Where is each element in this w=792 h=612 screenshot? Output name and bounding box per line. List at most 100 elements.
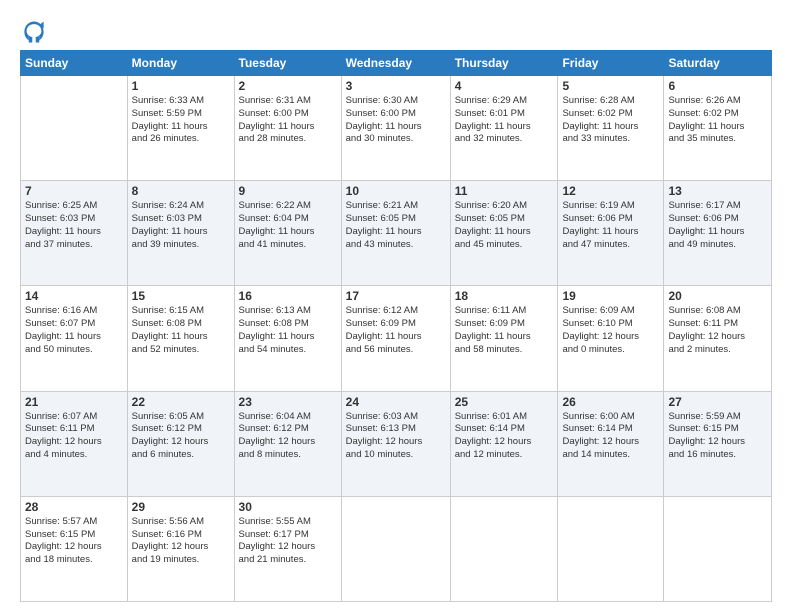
calendar-cell — [341, 496, 450, 601]
calendar-cell: 18 Sunrise: 6:11 AM Sunset: 6:09 PM Dayli… — [450, 286, 558, 391]
day-number: 21 — [25, 395, 123, 409]
day-number: 12 — [562, 184, 659, 198]
calendar-week-row: 21Sunrise: 6:07 AM Sunset: 6:11 PM Dayli… — [21, 391, 772, 496]
column-header-saturday: Saturday — [664, 51, 772, 76]
day-number: 16 — [239, 289, 337, 303]
day-info: Sunrise: 5:56 AM Sunset: 6:16 PM Dayligh… — [132, 516, 230, 567]
day-info: Sunrise: 6:01 AM Sunset: 6:14 PM Dayligh… — [455, 411, 554, 462]
day-number: 10 — [346, 184, 446, 198]
day-info: Sunrise: 6:33 AM Sunset: 5:59 PM Dayligh… — [132, 95, 230, 146]
calendar-header-row: SundayMondayTuesdayWednesdayThursdayFrid… — [21, 51, 772, 76]
day-info: Sunrise: 6:12 AM Sunset: 6:09 PM Dayligh… — [346, 305, 446, 356]
calendar-cell: 20 Sunrise: 6:08 AM Sunset: 6:11 PM Dayli… — [664, 286, 772, 391]
calendar-cell: 7 Sunrise: 6:25 AM Sunset: 6:03 PM Daylig… — [21, 181, 128, 286]
day-number: 7 — [25, 184, 123, 198]
day-info: Sunrise: 6:22 AM Sunset: 6:04 PM Dayligh… — [239, 200, 337, 251]
calendar-cell: 6 Sunrise: 6:26 AM Sunset: 6:02 PM Daylig… — [664, 76, 772, 181]
column-header-wednesday: Wednesday — [341, 51, 450, 76]
day-number: 2 — [239, 79, 337, 93]
calendar-cell: 23Sunrise: 6:04 AM Sunset: 6:12 PM Dayli… — [234, 391, 341, 496]
day-info: Sunrise: 6:20 AM Sunset: 6:05 PM Dayligh… — [455, 200, 554, 251]
day-number: 1 — [132, 79, 230, 93]
day-number: 25 — [455, 395, 554, 409]
day-info: Sunrise: 6:17 AM Sunset: 6:06 PM Dayligh… — [668, 200, 767, 251]
day-info: Sunrise: 6:28 AM Sunset: 6:02 PM Dayligh… — [562, 95, 659, 146]
day-number: 19 — [562, 289, 659, 303]
day-info: Sunrise: 6:09 AM Sunset: 6:10 PM Dayligh… — [562, 305, 659, 356]
day-info: Sunrise: 6:26 AM Sunset: 6:02 PM Dayligh… — [668, 95, 767, 146]
calendar-cell: 25 Sunrise: 6:01 AM Sunset: 6:14 PM Dayli… — [450, 391, 558, 496]
day-info: Sunrise: 5:55 AM Sunset: 6:17 PM Dayligh… — [239, 516, 337, 567]
calendar-cell: 27Sunrise: 5:59 AM Sunset: 6:15 PM Dayli… — [664, 391, 772, 496]
calendar-cell: 21Sunrise: 6:07 AM Sunset: 6:11 PM Dayli… — [21, 391, 128, 496]
day-info: Sunrise: 6:24 AM Sunset: 6:03 PM Dayligh… — [132, 200, 230, 251]
calendar-cell: 15 Sunrise: 6:15 AM Sunset: 6:08 PM Dayli… — [127, 286, 234, 391]
column-header-sunday: Sunday — [21, 51, 128, 76]
calendar-cell: 1 Sunrise: 6:33 AM Sunset: 5:59 PM Daylig… — [127, 76, 234, 181]
day-info: Sunrise: 6:13 AM Sunset: 6:08 PM Dayligh… — [239, 305, 337, 356]
calendar-cell: 29Sunrise: 5:56 AM Sunset: 6:16 PM Dayli… — [127, 496, 234, 601]
day-info: Sunrise: 6:19 AM Sunset: 6:06 PM Dayligh… — [562, 200, 659, 251]
calendar-week-row: 14 Sunrise: 6:16 AM Sunset: 6:07 PM Dayli… — [21, 286, 772, 391]
calendar-cell: 10 Sunrise: 6:21 AM Sunset: 6:05 PM Dayli… — [341, 181, 450, 286]
calendar-cell: 30 Sunrise: 5:55 AM Sunset: 6:17 PM Dayli… — [234, 496, 341, 601]
day-number: 26 — [562, 395, 659, 409]
day-number: 20 — [668, 289, 767, 303]
calendar-week-row: 1 Sunrise: 6:33 AM Sunset: 5:59 PM Daylig… — [21, 76, 772, 181]
day-number: 28 — [25, 500, 123, 514]
day-info: Sunrise: 6:21 AM Sunset: 6:05 PM Dayligh… — [346, 200, 446, 251]
day-info: Sunrise: 6:16 AM Sunset: 6:07 PM Dayligh… — [25, 305, 123, 356]
day-info: Sunrise: 6:25 AM Sunset: 6:03 PM Dayligh… — [25, 200, 123, 251]
day-number: 6 — [668, 79, 767, 93]
calendar-cell: 24Sunrise: 6:03 AM Sunset: 6:13 PM Dayli… — [341, 391, 450, 496]
day-number: 5 — [562, 79, 659, 93]
day-info: Sunrise: 6:30 AM Sunset: 6:00 PM Dayligh… — [346, 95, 446, 146]
calendar-cell: 4Sunrise: 6:29 AM Sunset: 6:01 PM Daylig… — [450, 76, 558, 181]
logo — [20, 18, 54, 46]
calendar-cell — [450, 496, 558, 601]
calendar-cell — [21, 76, 128, 181]
calendar-table: SundayMondayTuesdayWednesdayThursdayFrid… — [20, 50, 772, 602]
calendar-cell: 19 Sunrise: 6:09 AM Sunset: 6:10 PM Dayli… — [558, 286, 664, 391]
logo-icon — [20, 18, 48, 46]
calendar-cell: 12 Sunrise: 6:19 AM Sunset: 6:06 PM Dayli… — [558, 181, 664, 286]
calendar-cell: 3 Sunrise: 6:30 AM Sunset: 6:00 PM Daylig… — [341, 76, 450, 181]
calendar-cell: 5 Sunrise: 6:28 AM Sunset: 6:02 PM Daylig… — [558, 76, 664, 181]
day-number: 8 — [132, 184, 230, 198]
day-info: Sunrise: 6:11 AM Sunset: 6:09 PM Dayligh… — [455, 305, 554, 356]
day-info: Sunrise: 6:05 AM Sunset: 6:12 PM Dayligh… — [132, 411, 230, 462]
day-info: Sunrise: 6:04 AM Sunset: 6:12 PM Dayligh… — [239, 411, 337, 462]
day-number: 11 — [455, 184, 554, 198]
day-number: 18 — [455, 289, 554, 303]
calendar-cell — [558, 496, 664, 601]
calendar-week-row: 28 Sunrise: 5:57 AM Sunset: 6:15 PM Dayli… — [21, 496, 772, 601]
calendar-cell: 26 Sunrise: 6:00 AM Sunset: 6:14 PM Dayli… — [558, 391, 664, 496]
day-number: 14 — [25, 289, 123, 303]
calendar-cell: 17 Sunrise: 6:12 AM Sunset: 6:09 PM Dayli… — [341, 286, 450, 391]
day-number: 15 — [132, 289, 230, 303]
calendar-cell: 28 Sunrise: 5:57 AM Sunset: 6:15 PM Dayli… — [21, 496, 128, 601]
day-info: Sunrise: 6:03 AM Sunset: 6:13 PM Dayligh… — [346, 411, 446, 462]
column-header-monday: Monday — [127, 51, 234, 76]
calendar-cell: 11 Sunrise: 6:20 AM Sunset: 6:05 PM Dayli… — [450, 181, 558, 286]
day-info: Sunrise: 5:57 AM Sunset: 6:15 PM Dayligh… — [25, 516, 123, 567]
day-number: 3 — [346, 79, 446, 93]
calendar-cell: 8 Sunrise: 6:24 AM Sunset: 6:03 PM Daylig… — [127, 181, 234, 286]
calendar-cell: 13Sunrise: 6:17 AM Sunset: 6:06 PM Dayli… — [664, 181, 772, 286]
calendar-cell: 9 Sunrise: 6:22 AM Sunset: 6:04 PM Daylig… — [234, 181, 341, 286]
day-number: 17 — [346, 289, 446, 303]
calendar-cell: 16 Sunrise: 6:13 AM Sunset: 6:08 PM Dayli… — [234, 286, 341, 391]
day-info: Sunrise: 6:15 AM Sunset: 6:08 PM Dayligh… — [132, 305, 230, 356]
calendar-cell — [664, 496, 772, 601]
calendar-cell: 22 Sunrise: 6:05 AM Sunset: 6:12 PM Dayli… — [127, 391, 234, 496]
column-header-friday: Friday — [558, 51, 664, 76]
header-row — [20, 18, 772, 46]
calendar-cell: 14 Sunrise: 6:16 AM Sunset: 6:07 PM Dayli… — [21, 286, 128, 391]
column-header-thursday: Thursday — [450, 51, 558, 76]
day-info: Sunrise: 6:08 AM Sunset: 6:11 PM Dayligh… — [668, 305, 767, 356]
day-info: Sunrise: 6:00 AM Sunset: 6:14 PM Dayligh… — [562, 411, 659, 462]
day-number: 30 — [239, 500, 337, 514]
day-info: Sunrise: 5:59 AM Sunset: 6:15 PM Dayligh… — [668, 411, 767, 462]
day-number: 9 — [239, 184, 337, 198]
day-number: 22 — [132, 395, 230, 409]
